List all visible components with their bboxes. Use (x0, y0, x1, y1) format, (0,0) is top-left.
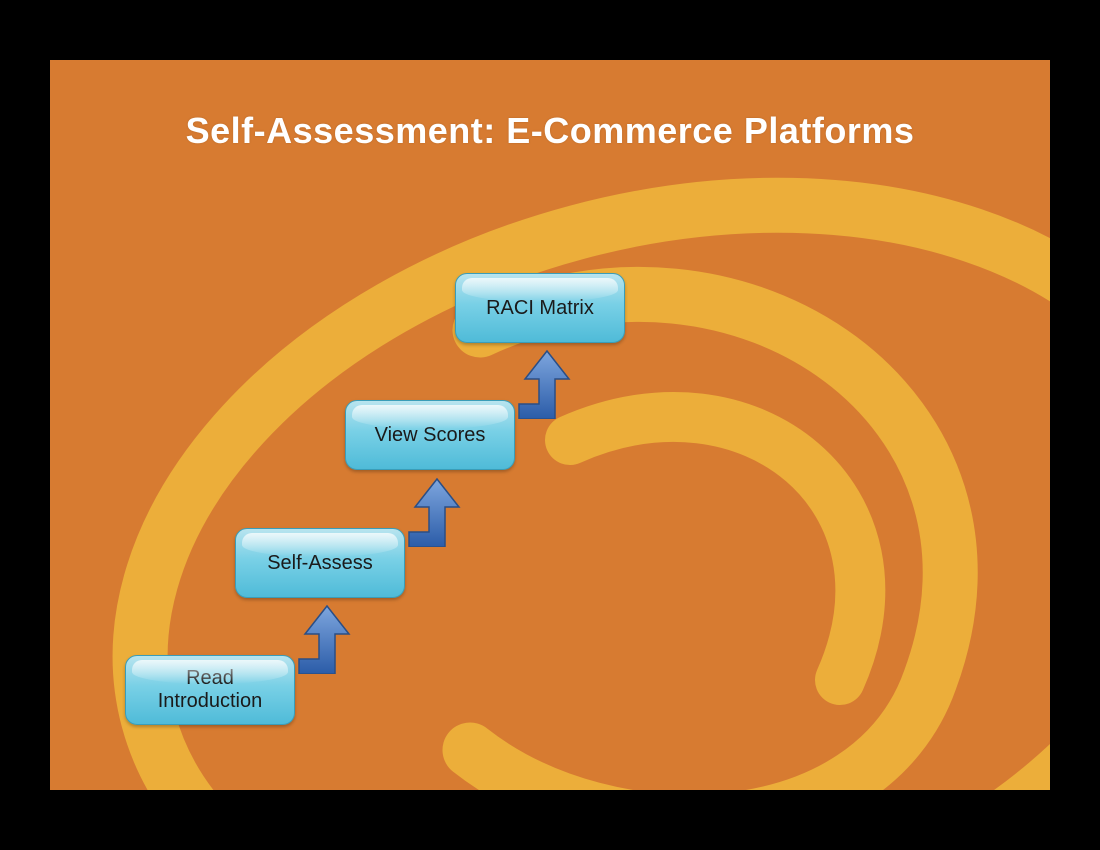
arrow-up-icon (517, 349, 577, 419)
step-read-introduction[interactable]: Read Introduction (125, 655, 295, 725)
step-label: RACI Matrix (486, 297, 594, 320)
arrow-up-icon (297, 604, 357, 674)
step-label: Self-Assess (267, 552, 373, 575)
arrow-up-icon (407, 477, 467, 547)
step-label: Read Introduction (136, 667, 284, 713)
step-label: View Scores (375, 424, 486, 447)
slide-title: Self-Assessment: E-Commerce Platforms (50, 110, 1050, 152)
step-raci-matrix[interactable]: RACI Matrix (455, 273, 625, 343)
slide: Self-Assessment: E-Commerce Platforms Re… (50, 60, 1050, 790)
step-view-scores[interactable]: View Scores (345, 400, 515, 470)
step-self-assess[interactable]: Self-Assess (235, 528, 405, 598)
